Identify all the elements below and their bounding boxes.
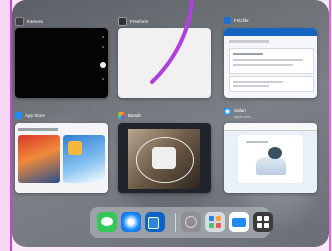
outlook-letter bbox=[148, 217, 159, 229]
app-card-camera[interactable] bbox=[15, 28, 108, 98]
grid-cell bbox=[216, 216, 221, 221]
app-label-camera: Kamera bbox=[15, 17, 43, 26]
app-card-app-store[interactable] bbox=[15, 123, 108, 193]
app-subtitle: apple.com bbox=[234, 115, 251, 119]
app-library-icon[interactable] bbox=[205, 212, 225, 232]
app-name: Freeform bbox=[130, 18, 149, 24]
grid-cell bbox=[209, 223, 214, 228]
app-label-app-store: App Store bbox=[15, 112, 45, 119]
app-label-freeform: Freeform bbox=[118, 17, 148, 26]
text-line bbox=[233, 53, 263, 55]
photos-icon bbox=[118, 112, 125, 119]
app-thumbnail bbox=[68, 141, 82, 155]
grid-cell bbox=[216, 223, 221, 228]
safari-icon bbox=[224, 108, 231, 115]
camera-control-dot bbox=[102, 78, 104, 80]
grid-cell bbox=[264, 216, 269, 221]
content-panel bbox=[229, 48, 314, 74]
app-label-text: Safari apple.com bbox=[234, 108, 251, 120]
app-label-safari: Safari apple.com bbox=[224, 108, 251, 120]
app-store-icon bbox=[15, 112, 22, 119]
files-icon[interactable] bbox=[229, 212, 249, 232]
shutter-button bbox=[100, 62, 106, 68]
dock bbox=[90, 207, 273, 238]
app-label-photos: Bandit bbox=[118, 112, 141, 119]
app-name: Bandit bbox=[128, 112, 141, 118]
illustration-seal bbox=[268, 147, 282, 159]
text-line bbox=[233, 59, 303, 61]
app-card-safari[interactable] bbox=[224, 123, 317, 193]
text-line bbox=[233, 64, 293, 66]
camera-control-dot bbox=[102, 46, 104, 48]
app-switcher-icon[interactable] bbox=[253, 212, 273, 232]
web-content bbox=[238, 135, 303, 183]
app-name: Fritzlife bbox=[234, 17, 249, 23]
gear-ring bbox=[185, 216, 197, 228]
text-line bbox=[246, 141, 268, 143]
app-name: Kamera bbox=[27, 18, 43, 24]
speech-bubble bbox=[101, 217, 113, 226]
text-line bbox=[229, 40, 269, 43]
app-card-photos[interactable] bbox=[118, 123, 211, 193]
grid-cell bbox=[264, 223, 269, 228]
illustration-iceberg bbox=[256, 157, 286, 175]
left-margin bbox=[0, 0, 12, 251]
text-line bbox=[18, 128, 58, 131]
browser-toolbar bbox=[224, 123, 317, 131]
grid-cell bbox=[257, 216, 262, 221]
folder-shape bbox=[232, 218, 246, 227]
settings-icon[interactable] bbox=[181, 212, 201, 232]
ipad-app-switcher: Kamera Freeform Fritzlife App Store Band… bbox=[12, 0, 329, 247]
outlook-icon[interactable] bbox=[145, 212, 165, 232]
text-line bbox=[233, 85, 269, 87]
safari-icon[interactable] bbox=[121, 212, 141, 232]
content-panel bbox=[229, 76, 314, 92]
text-line bbox=[233, 81, 283, 83]
app-header-bar bbox=[224, 28, 317, 36]
grid-cell bbox=[257, 223, 262, 228]
fritzlife-icon bbox=[224, 17, 231, 24]
messages-icon[interactable] bbox=[97, 212, 117, 232]
camera-icon bbox=[15, 17, 24, 26]
app-card-freeform[interactable] bbox=[118, 28, 211, 98]
app-label-fritzlife: Fritzlife bbox=[224, 17, 249, 24]
featured-banner bbox=[18, 135, 60, 183]
grid-cell bbox=[209, 216, 214, 221]
photo-cable bbox=[136, 137, 194, 183]
app-name: App Store bbox=[25, 112, 46, 118]
app-card-fritzlife[interactable] bbox=[224, 28, 317, 98]
camera-control-dot bbox=[102, 36, 104, 38]
dock-separator bbox=[175, 213, 176, 232]
freeform-icon bbox=[118, 17, 127, 26]
